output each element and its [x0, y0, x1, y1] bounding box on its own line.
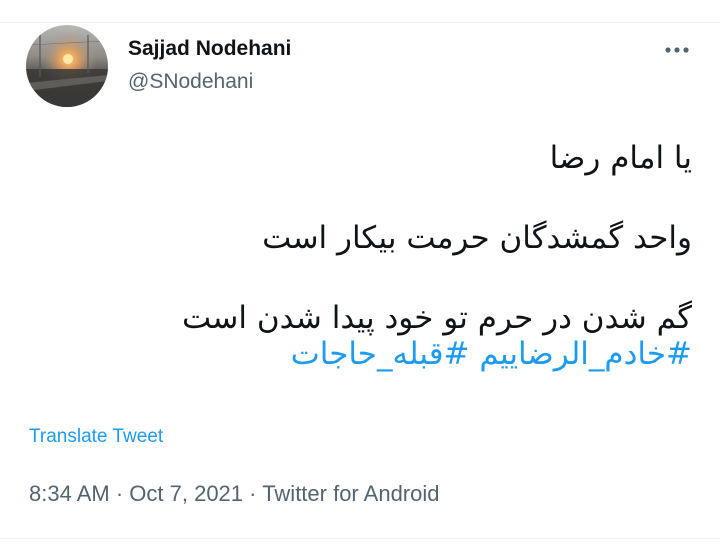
- hashtag-list: #خادم_الرضاییم #قبله_حاجات: [52, 334, 692, 374]
- more-options-button[interactable]: [656, 34, 698, 66]
- tweet-line: یا امام رضا: [549, 140, 692, 176]
- hashtag-link[interactable]: #خادم_الرضاییم: [479, 336, 692, 372]
- user-handle[interactable]: @SNodehani: [128, 69, 291, 95]
- tweet-line: واحد گمشدگان حرمت بیکار است: [262, 220, 692, 256]
- meta-separator: ·: [243, 481, 263, 506]
- avatar[interactable]: [26, 25, 108, 107]
- more-horizontal-icon: [665, 47, 689, 53]
- author-block[interactable]: Sajjad Nodehani @SNodehani: [128, 36, 291, 95]
- tweet-date[interactable]: Oct 7, 2021: [129, 481, 243, 506]
- top-divider: [0, 22, 720, 23]
- tweet-line: گم شدن در حرم تو خود پیدا شدن است: [181, 300, 692, 336]
- tweet-metadata: 8:34 AM · Oct 7, 2021 · Twitter for Andr…: [29, 480, 440, 508]
- bottom-divider: [0, 538, 720, 539]
- display-name[interactable]: Sajjad Nodehani: [128, 36, 291, 62]
- avatar-sunset-image: [26, 25, 108, 107]
- hashtag-link[interactable]: #قبله_حاجات: [291, 336, 470, 372]
- meta-separator: ·: [109, 481, 130, 506]
- tweet-text: یا امام رضا واحد گمشدگان حرمت بیکار است …: [52, 138, 692, 374]
- tweet-time[interactable]: 8:34 AM: [29, 481, 110, 506]
- tweet-source[interactable]: Twitter for Android: [262, 481, 439, 506]
- translate-tweet-link[interactable]: Translate Tweet: [29, 425, 163, 449]
